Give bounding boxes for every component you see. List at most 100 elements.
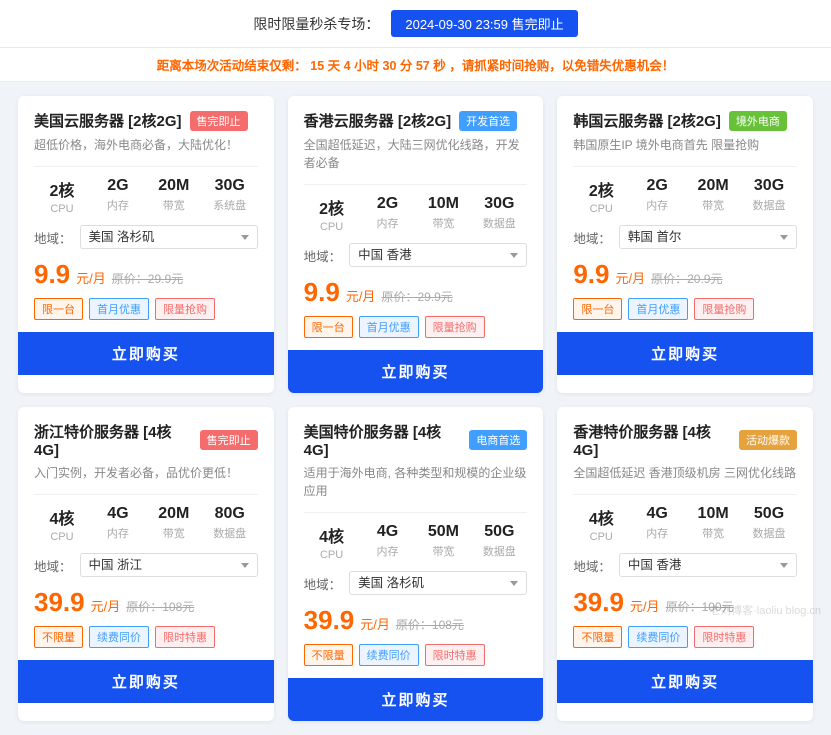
region-label: 地域： <box>34 228 72 247</box>
region-row: 地域： 美国 洛杉矶 <box>304 571 528 595</box>
specs-row: 2核 CPU 2G 内存 20M 带宽 30G 数据盘 <box>573 166 797 215</box>
region-select[interactable]: 美国 洛杉矶 <box>80 225 258 249</box>
price-main: 39.9 <box>304 605 355 636</box>
region-select[interactable]: 中国 浙江 <box>80 553 258 577</box>
tag: 限一台 <box>34 298 83 320</box>
specs-row: 2核 CPU 2G 内存 10M 带宽 30G 数据盘 <box>304 184 528 233</box>
tag: 不限量 <box>34 626 83 648</box>
card-badge: 境外电商 <box>729 111 787 131</box>
countdown-prefix: 距离本场次活动结束仅剩： <box>157 59 307 73</box>
spec-item: 2核 CPU <box>573 177 629 215</box>
spec-label: 内存 <box>360 543 416 559</box>
spec-value: 2核 <box>304 195 360 219</box>
main-content: 美国云服务器 [2核2G] 售完即止 超低价格，海外电商必备，大陆优化！ 2核 … <box>0 82 831 735</box>
buy-button[interactable]: 立即购买 <box>18 660 274 703</box>
price-original: 原价：108元 <box>396 616 464 633</box>
price-unit: 元/月 <box>630 596 660 615</box>
spec-value: 20M <box>146 177 202 195</box>
card-hk-large: 香港特价服务器 [4核4G] 活动爆款 全国超低延迟 香港顶级机房 三网优化线路… <box>557 407 813 721</box>
price-original: 原价：100元 <box>666 598 734 615</box>
price-main: 9.9 <box>34 259 70 290</box>
spec-value: 30G <box>741 177 797 195</box>
card-desc: 适用于海外电商, 各种类型和规模的企业级应用 <box>304 464 528 500</box>
tag: 首月优惠 <box>359 316 419 338</box>
spec-item: 4核 CPU <box>573 505 629 543</box>
buy-button[interactable]: 立即购买 <box>288 350 544 393</box>
region-label: 地域： <box>304 574 342 593</box>
region-label: 地域： <box>304 246 342 265</box>
card-body: 美国云服务器 [2核2G] 售完即止 超低价格，海外电商必备，大陆优化！ 2核 … <box>18 96 274 320</box>
spec-item: 30G 数据盘 <box>741 177 797 215</box>
spec-value: 4核 <box>304 523 360 547</box>
tags-row: 限一台 首月优惠 限量抢购 <box>573 298 797 320</box>
price-main: 39.9 <box>34 587 85 618</box>
countdown-time: 15 天 4 小时 30 分 57 秒 <box>310 59 445 73</box>
spec-label: 内存 <box>629 197 685 213</box>
specs-row: 2核 CPU 2G 内存 20M 带宽 30G 系统盘 <box>34 166 258 215</box>
spec-label: CPU <box>34 203 90 215</box>
price-original: 原价：20.9元 <box>651 270 722 287</box>
tags-row: 不限量 续费同价 限时特惠 <box>304 644 528 666</box>
card-body: 美国特价服务器 [4核4G] 电商首选 适用于海外电商, 各种类型和规模的企业级… <box>288 407 544 666</box>
buy-button[interactable]: 立即购买 <box>288 678 544 721</box>
spec-item: 4G 内存 <box>90 505 146 543</box>
banner-date: 2024-09-30 23:59 售完即止 <box>391 10 577 37</box>
spec-value: 2核 <box>34 177 90 201</box>
tag: 限时特惠 <box>694 626 754 648</box>
buy-button[interactable]: 立即购买 <box>557 332 813 375</box>
spec-label: CPU <box>573 203 629 215</box>
buy-button[interactable]: 立即购买 <box>18 332 274 375</box>
card-header: 香港云服务器 [2核2G] 开发首选 <box>304 110 528 131</box>
tag: 限一台 <box>304 316 353 338</box>
card-hk-small: 香港云服务器 [2核2G] 开发首选 全国超低延迟，大陆三网优化线路，开发者必备… <box>288 96 544 393</box>
spec-item: 2G 内存 <box>90 177 146 215</box>
spec-value: 20M <box>685 177 741 195</box>
region-row: 地域： 韩国 首尔 <box>573 225 797 249</box>
card-title: 浙江特价服务器 [4核4G] <box>34 421 192 459</box>
spec-value: 4核 <box>34 505 90 529</box>
tag: 不限量 <box>573 626 622 648</box>
tags-row: 不限量 续费同价 限时特惠 <box>34 626 258 648</box>
card-desc: 韩国原生IP 境外电商首先 限量抢购 <box>573 136 797 154</box>
spec-item: 20M 带宽 <box>146 505 202 543</box>
card-us-large: 美国特价服务器 [4核4G] 电商首选 适用于海外电商, 各种类型和规模的企业级… <box>288 407 544 721</box>
spec-value: 50G <box>471 523 527 541</box>
price-row: 39.9 元/月 原价：100元 <box>573 587 797 618</box>
spec-item: 2核 CPU <box>304 195 360 233</box>
tag: 限时特惠 <box>425 644 485 666</box>
region-select[interactable]: 韩国 首尔 <box>619 225 797 249</box>
region-label: 地域： <box>573 556 611 575</box>
countdown-bar: 距离本场次活动结束仅剩： 15 天 4 小时 30 分 57 秒 ，请抓紧时间抢… <box>0 48 831 82</box>
tag: 限一台 <box>573 298 622 320</box>
card-body: 浙江特价服务器 [4核4G] 售完即止 入门实例，开发者必备，品优价更低！ 4核… <box>18 407 274 648</box>
card-header: 韩国云服务器 [2核2G] 境外电商 <box>573 110 797 131</box>
spec-value: 2G <box>360 195 416 213</box>
spec-value: 2核 <box>573 177 629 201</box>
card-badge: 售完即止 <box>190 111 248 131</box>
region-select[interactable]: 中国 香港 <box>619 553 797 577</box>
card-kr-small: 韩国云服务器 [2核2G] 境外电商 韩国原生IP 境外电商首先 限量抢购 2核… <box>557 96 813 393</box>
region-row: 地域： 中国 浙江 <box>34 553 258 577</box>
card-body: 香港特价服务器 [4核4G] 活动爆款 全国超低延迟 香港顶级机房 三网优化线路… <box>557 407 813 648</box>
spec-value: 80G <box>202 505 258 523</box>
specs-row: 4核 CPU 4G 内存 10M 带宽 50G 数据盘 <box>573 494 797 543</box>
price-row: 39.9 元/月 原价：108元 <box>304 605 528 636</box>
spec-item: 4核 CPU <box>304 523 360 561</box>
card-desc: 全国超低延迟，大陆三网优化线路，开发者必备 <box>304 136 528 172</box>
spec-item: 50G 数据盘 <box>741 505 797 543</box>
card-header: 香港特价服务器 [4核4G] 活动爆款 <box>573 421 797 459</box>
region-select[interactable]: 美国 洛杉矶 <box>349 571 527 595</box>
tags-row: 限一台 首月优惠 限量抢购 <box>34 298 258 320</box>
card-us-small: 美国云服务器 [2核2G] 售完即止 超低价格，海外电商必备，大陆优化！ 2核 … <box>18 96 274 393</box>
spec-label: 数据盘 <box>471 543 527 559</box>
region-row: 地域： 中国 香港 <box>304 243 528 267</box>
spec-item: 50G 数据盘 <box>471 523 527 561</box>
spec-item: 50M 带宽 <box>415 523 471 561</box>
card-body: 韩国云服务器 [2核2G] 境外电商 韩国原生IP 境外电商首先 限量抢购 2核… <box>557 96 813 320</box>
region-select[interactable]: 中国 香港 <box>349 243 527 267</box>
buy-button[interactable]: 立即购买 <box>557 660 813 703</box>
spec-value: 30G <box>202 177 258 195</box>
spec-item: 2核 CPU <box>34 177 90 215</box>
spec-value: 10M <box>685 505 741 523</box>
price-unit: 元/月 <box>76 268 106 287</box>
